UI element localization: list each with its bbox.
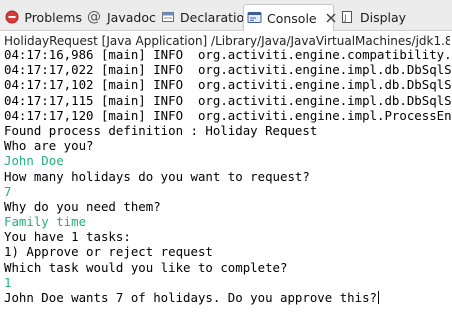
console-output-line: 04:17:17,102 [main] INFO org.activiti.en… <box>4 77 452 93</box>
tab-label: Display <box>360 9 407 25</box>
console-output-line: 04:17:17,120 [main] INFO org.activiti.en… <box>4 107 452 123</box>
console-output-line: 04:17:16,986 [main] INFO org.activiti.en… <box>4 47 452 62</box>
javadoc-icon: @ <box>87 9 101 25</box>
console-output-line: You have 1 tasks: <box>4 229 131 245</box>
console-output-line: John Doe wants 7 of holidays. Do you app… <box>4 290 379 305</box>
tab-javadoc[interactable]: @ Javadoc <box>86 4 158 30</box>
display-icon: J <box>339 9 355 25</box>
console-output-line: Found process definition : Holiday Reque… <box>4 122 318 138</box>
tab-label: Declaration <box>180 9 253 25</box>
tab-label: Javadoc <box>107 9 156 25</box>
console-output-line: Which task would you like to complete? <box>4 259 288 275</box>
console-output-line: How many holidays do you want to request… <box>4 168 310 184</box>
view-tab-bar: Problems @ Javadoc Declaration Console J… <box>0 0 452 31</box>
console-output[interactable]: 04:17:16,986 [main] INFO org.activiti.en… <box>4 47 452 315</box>
console-title: HolidayRequest [Java Application] /Libra… <box>4 34 450 48</box>
console-input-line: 1 <box>4 274 12 290</box>
tab-declaration[interactable]: Declaration <box>161 4 252 30</box>
text-cursor <box>378 291 379 304</box>
console-input-line: Family time <box>4 214 87 230</box>
console-output-line: 1) Approve or reject request <box>4 244 213 260</box>
tab-label: Console <box>267 10 317 26</box>
console-output-line: 04:17:17,115 [main] INFO org.activiti.en… <box>4 92 452 108</box>
console-output-line: Who are you? <box>4 138 94 154</box>
tab-label: Problems <box>24 9 82 25</box>
console-input-line: John Doe <box>4 153 64 169</box>
svg-text:J: J <box>343 14 346 23</box>
console-icon <box>247 10 262 26</box>
close-icon[interactable] <box>325 12 337 24</box>
problems-icon <box>4 9 19 25</box>
tab-console[interactable]: Console <box>243 4 337 31</box>
tab-display[interactable]: J Display <box>339 4 409 30</box>
tab-problems[interactable]: Problems <box>4 4 82 30</box>
declaration-icon <box>161 9 175 25</box>
console-input-line: 7 <box>4 183 12 199</box>
console-output-line: 04:17:17,022 [main] INFO org.activiti.en… <box>4 62 452 78</box>
console-output-line: Why do you need them? <box>4 198 161 214</box>
